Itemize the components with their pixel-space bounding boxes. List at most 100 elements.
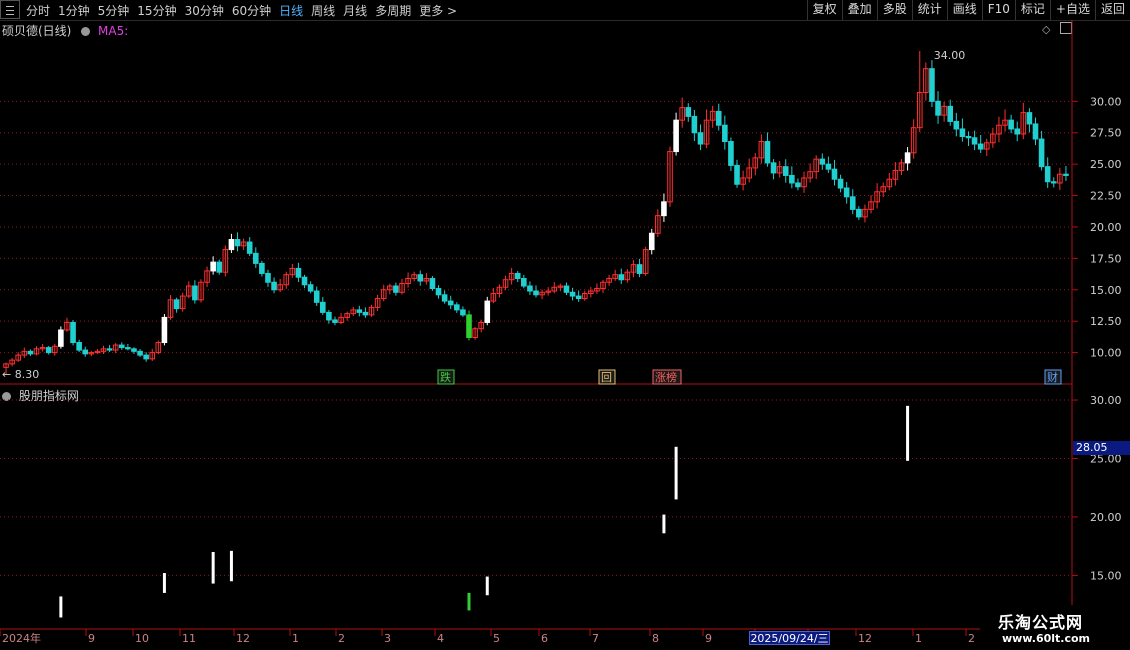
candle-body	[484, 300, 491, 323]
candle-body	[332, 319, 338, 323]
signal-bar	[211, 552, 215, 584]
x-tick-label: 9	[705, 632, 712, 645]
main-tick-label: 27.50	[1090, 127, 1122, 140]
event-marker-label: 财	[1047, 370, 1058, 384]
main-tick-label: 22.50	[1090, 190, 1122, 203]
candle-body	[1014, 128, 1021, 135]
candle-body	[636, 264, 643, 274]
candle-body	[106, 348, 113, 351]
signal-bar	[662, 514, 666, 534]
signal-bar	[59, 596, 63, 618]
candle-body	[929, 68, 935, 102]
cursor-date-box: 2025/09/24/三	[749, 631, 830, 645]
candle-body	[307, 284, 314, 292]
candle-body	[734, 164, 740, 185]
x-tick-label: 5	[493, 632, 500, 645]
candle-body	[429, 277, 436, 290]
candle-body	[971, 137, 978, 145]
main-tick-label: 10.00	[1090, 347, 1122, 360]
candle-body	[1050, 181, 1057, 184]
candle-body	[417, 274, 424, 282]
candle-body	[313, 290, 320, 303]
x-tick-label: 4	[437, 632, 444, 645]
candle-body	[326, 311, 332, 321]
candle-body	[125, 347, 131, 350]
candle-body	[118, 344, 125, 349]
candle-body	[192, 285, 198, 301]
candle-body	[856, 208, 862, 218]
candle-body	[295, 267, 302, 278]
signal-bar	[485, 576, 489, 596]
x-tick-label: 3	[384, 632, 391, 645]
main-tick-label: 20.00	[1090, 221, 1122, 234]
candle-body	[441, 294, 448, 302]
candle-body	[569, 291, 576, 297]
x-tick-label: 9	[88, 632, 95, 645]
candle-body	[173, 299, 180, 310]
candle-body	[533, 290, 539, 296]
candle-body	[466, 314, 472, 339]
candle-body	[849, 196, 856, 210]
candle-body	[837, 178, 844, 189]
candle-body	[819, 158, 826, 165]
sub-tick-label: 20.00	[1090, 511, 1122, 524]
candle-body	[58, 329, 64, 347]
x-tick-label: 2	[338, 632, 345, 645]
candle-body	[661, 201, 667, 217]
main-tick-label: 25.00	[1090, 158, 1122, 171]
candle-body	[843, 187, 850, 198]
signal-bar	[229, 550, 233, 582]
candle-body	[789, 174, 795, 184]
candle-body	[1063, 173, 1069, 176]
x-tick-label: 2	[968, 632, 975, 645]
candle-body	[70, 321, 76, 344]
watermark-title: 乐淘公式网	[998, 613, 1084, 632]
candle-body	[728, 141, 734, 166]
candle-body	[697, 132, 704, 145]
candle-body	[447, 300, 454, 306]
candle-body	[904, 152, 911, 164]
candle-body	[234, 239, 241, 247]
candle-body	[575, 295, 582, 300]
candle-body	[435, 288, 442, 296]
candle-body	[618, 274, 625, 281]
candle-body	[691, 115, 698, 134]
candle-body	[673, 119, 679, 153]
cursor-value-box: 28.05	[1073, 441, 1130, 455]
candle-body	[795, 182, 801, 188]
candle-body	[825, 163, 832, 170]
low-price-label: ← 8.30	[2, 368, 39, 381]
watermark: 乐淘公式网 www.60lt.com	[980, 605, 1130, 650]
candle-body	[947, 105, 954, 122]
x-tick-label: 12	[858, 632, 872, 645]
x-tick-label: 10	[135, 632, 149, 645]
event-marker-label: 涨榜	[655, 370, 677, 384]
candle-body	[454, 304, 460, 311]
x-tick-label: 12	[236, 632, 250, 645]
candle-body	[977, 143, 984, 150]
candle-body	[715, 110, 722, 126]
kline-chart[interactable]: 10.00 12.50 15.00 17.50 20.00 22.50 25.00 27.50…	[0, 0, 1130, 650]
candle-body	[362, 311, 369, 316]
candle-body	[831, 168, 838, 180]
candle-body	[521, 277, 527, 287]
sub-tick-label: 15.00	[1090, 569, 1122, 582]
candle-body	[76, 342, 82, 351]
main-tick-label: 15.00	[1090, 284, 1122, 297]
candle-body	[161, 316, 168, 344]
x-tick-label: 6	[541, 632, 548, 645]
candle-body	[770, 162, 777, 174]
candle-body	[764, 141, 771, 164]
signal-bar	[906, 405, 910, 461]
candle-body	[301, 276, 308, 286]
candle-body	[1032, 123, 1039, 140]
candle-body	[722, 124, 728, 143]
candle-body	[45, 347, 52, 354]
main-tick-label: 30.00	[1090, 95, 1122, 108]
candle-body	[1038, 138, 1045, 168]
x-tick-label: 8	[652, 632, 659, 645]
candle-body	[460, 309, 466, 316]
candle-body	[27, 350, 34, 355]
sub-tick-label: 30.00	[1090, 394, 1122, 407]
candle-body	[527, 285, 533, 292]
